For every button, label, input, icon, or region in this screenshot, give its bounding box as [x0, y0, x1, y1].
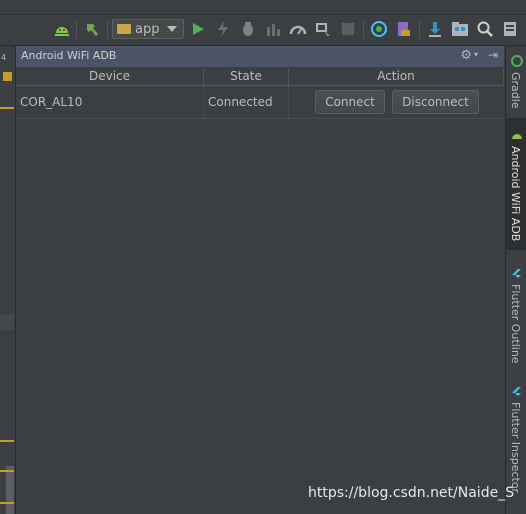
state-cell: Connected	[204, 86, 289, 118]
toolbar-separator	[76, 21, 77, 39]
device-explorer-icon[interactable]	[425, 19, 445, 39]
gear-icon[interactable]: ⚙	[460, 48, 472, 63]
device-table: Device State Action COR_AL10 Connected C…	[16, 68, 504, 119]
search-icon[interactable]	[475, 19, 495, 39]
table-header-row: Device State Action	[16, 68, 504, 86]
tab-label: Flutter Outline	[509, 284, 522, 364]
chevron-down-icon	[167, 26, 177, 32]
column-header-device[interactable]: Device	[16, 68, 204, 85]
tool-window-header: Android WiFi ADB ⚙ ▾ ⇥	[16, 46, 504, 67]
apply-changes-icon[interactable]	[213, 19, 233, 39]
flutter-icon	[510, 386, 523, 399]
column-header-action[interactable]: Action	[289, 68, 504, 85]
sdk-manager-icon[interactable]	[394, 19, 414, 39]
avd-manager-icon[interactable]	[313, 19, 333, 39]
chevron-down-icon[interactable]: ▾	[474, 50, 478, 59]
tab-android-wifi-adb[interactable]: Android WiFi ADB	[506, 118, 526, 250]
watermark-text: https://blog.csdn.net/Naide_S	[308, 485, 515, 501]
run-configuration-label: app	[135, 21, 160, 37]
top-strip	[0, 0, 526, 15]
run-configuration-select[interactable]: app	[112, 19, 184, 39]
stop-icon[interactable]	[338, 19, 358, 39]
tab-gradle[interactable]: Gradle	[506, 52, 526, 114]
tab-label: Gradle	[509, 72, 522, 109]
flutter-icon	[510, 268, 523, 281]
toolbar-separator	[419, 21, 420, 39]
debug-icon[interactable]	[238, 19, 258, 39]
scrollbar-thumb[interactable]	[6, 466, 14, 514]
device-cell[interactable]: COR_AL10	[16, 86, 204, 118]
column-header-state[interactable]: State	[204, 68, 289, 85]
bookmark-icon[interactable]	[3, 72, 12, 81]
disconnect-button[interactable]: Disconnect	[392, 90, 479, 114]
wifi-adb-icon[interactable]	[369, 19, 389, 39]
scroll-marker	[0, 314, 14, 330]
tab-label: Android WiFi ADB	[509, 146, 522, 242]
hammer-icon[interactable]	[82, 19, 102, 39]
folder-icon	[117, 24, 131, 34]
table-row[interactable]: COR_AL10 Connected Connect Disconnect	[16, 86, 504, 119]
tab-label: Flutter Inspector	[509, 402, 522, 494]
android-icon	[510, 128, 523, 141]
toolbar-separator	[363, 21, 364, 39]
profiler-icon[interactable]	[288, 19, 308, 39]
hide-panel-icon[interactable]: ⇥	[488, 48, 498, 62]
attach-debugger-icon[interactable]	[263, 19, 283, 39]
run-icon[interactable]	[188, 19, 208, 39]
right-tool-strip: Gradle Android WiFi ADB Flutter Outline …	[505, 46, 526, 514]
project-structure-icon[interactable]	[450, 19, 470, 39]
change-marker	[0, 470, 14, 472]
more-icon[interactable]	[500, 19, 520, 39]
tab-flutter-outline[interactable]: Flutter Outline	[506, 266, 526, 366]
android-sync-icon[interactable]	[52, 19, 72, 39]
main-toolbar: app	[0, 15, 526, 46]
toolbar-separator	[107, 21, 108, 39]
connect-button[interactable]: Connect	[315, 90, 385, 114]
table-empty-area	[16, 119, 504, 514]
tool-window-title: Android WiFi ADB	[21, 49, 117, 62]
left-tool-strip: 4	[0, 46, 16, 514]
change-marker	[0, 107, 14, 109]
change-marker	[0, 440, 14, 442]
change-marker	[0, 502, 14, 504]
tool-window-android-wifi-adb: Android WiFi ADB ⚙ ▾ ⇥ Device State Acti…	[16, 46, 504, 514]
gradle-icon	[510, 54, 523, 67]
left-strip-label: 4	[1, 53, 7, 62]
